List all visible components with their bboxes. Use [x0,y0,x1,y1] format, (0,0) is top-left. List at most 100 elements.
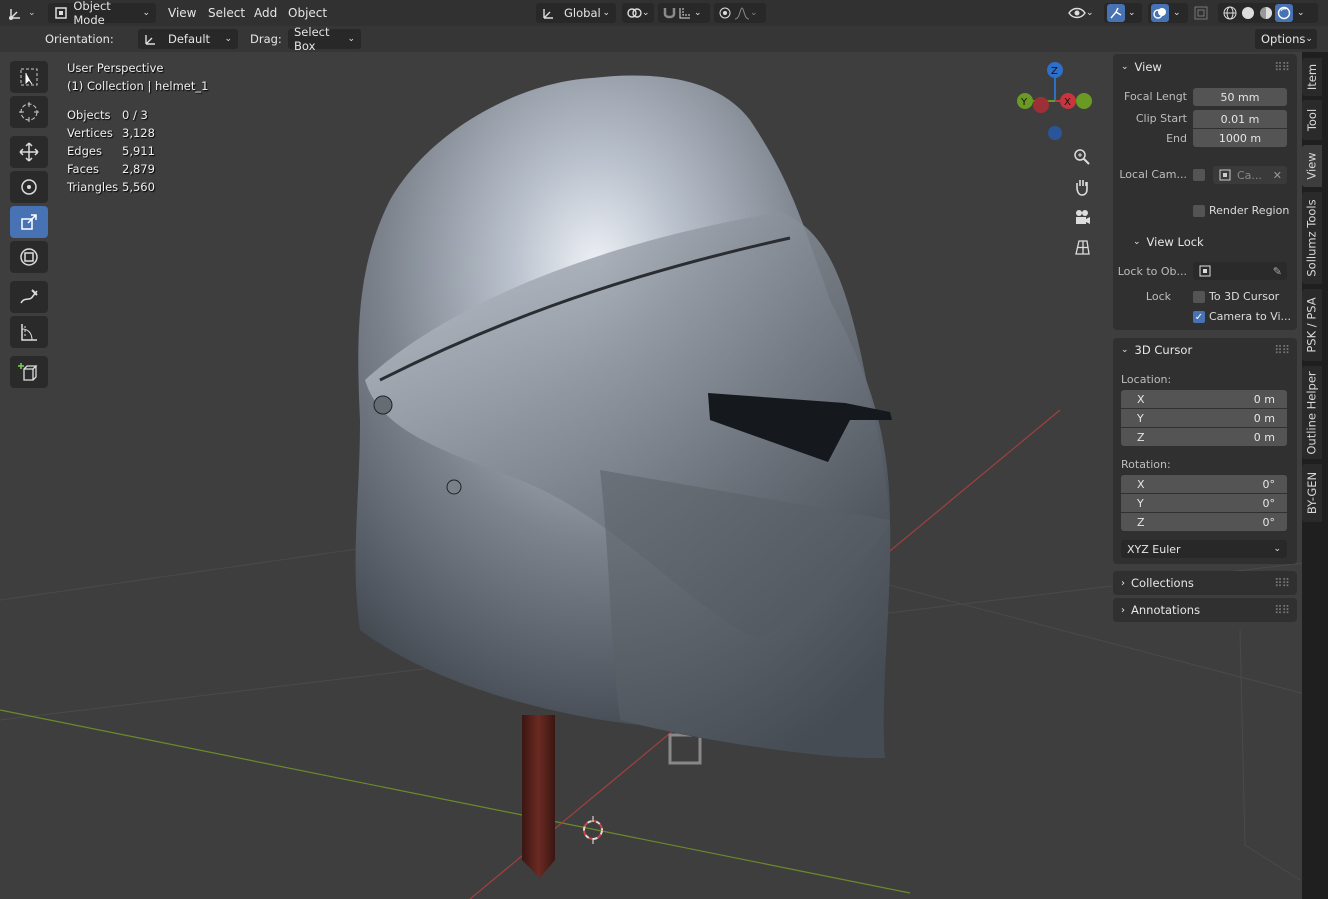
tab-item-label: Item [1305,63,1319,91]
stat-label: Edges [67,144,102,158]
drag-handle-icon[interactable]: ⠿⠿ [1274,343,1290,357]
cursor-rotation-x[interactable]: X 0° [1121,475,1287,493]
chevron-right-icon: › [1121,577,1125,589]
annotate-tool[interactable] [10,281,48,313]
menu-add[interactable]: Add [254,3,277,23]
tab-sollumz-tools[interactable]: Sollumz Tools [1302,192,1322,284]
move-tool[interactable] [10,136,48,168]
view-name: User Perspective [67,61,164,75]
eye-icon [1068,7,1086,19]
cursor-rotation-z[interactable]: Z 0° [1121,513,1287,531]
ortho-toggle-button[interactable] [1067,232,1097,262]
view-section-title: View [1134,60,1162,74]
tab-view[interactable]: View [1302,145,1322,187]
cursor-location-y[interactable]: Y 0 m [1121,409,1287,427]
stat-value: 5,911 [122,144,155,158]
clip-end-field[interactable]: 1000 m [1193,129,1287,147]
xray-toggle[interactable] [1194,3,1212,23]
mode-dropdown[interactable]: Object Mode ⌄ [48,0,156,27]
focal-length-field[interactable]: 50 mm [1193,88,1287,106]
viewport-3d[interactable]: User Perspective (1) Collection | helmet… [0,0,1328,899]
cursor-icon [19,102,39,122]
eyedropper-icon[interactable]: ✎ [1273,265,1282,278]
transform-orientation-dropdown[interactable]: Global ⌄ [536,3,616,23]
rotation-mode-dropdown[interactable]: XYZ Euler ⌄ [1121,540,1287,558]
to-3d-cursor-checkbox[interactable] [1193,291,1205,303]
view-section-header[interactable]: ⌄ View ⠿⠿ [1113,55,1297,79]
camera-view-button[interactable] [1067,202,1097,232]
tab-item[interactable]: Item [1302,58,1322,96]
menu-select[interactable]: Select [208,3,245,23]
annotations-header: › Annotations ⠿⠿ [1113,598,1297,622]
lock-to-object-label: Lock to Ob... [1117,265,1187,278]
menu-view[interactable]: View [168,3,196,23]
chevron-down-icon: ⌄ [750,8,758,18]
gizmo-x-neg[interactable] [1033,97,1049,113]
visibility-dropdown[interactable]: ⌄ [1068,3,1098,23]
wireframe-shading-icon[interactable] [1221,5,1239,21]
snap-group[interactable]: ⌄ [658,3,710,23]
material-shading-icon[interactable] [1257,5,1275,21]
gizmo-toggle[interactable]: ⌄ [1104,3,1142,23]
axis-gizmo[interactable]: Z Y X [1008,58,1108,148]
pan-button[interactable] [1067,172,1097,202]
local-camera-checkbox[interactable] [1193,169,1205,181]
drag-handle-icon[interactable]: ⠿⠿ [1274,576,1290,590]
stat-label: Faces [67,162,99,176]
close-icon[interactable]: ✕ [1273,169,1282,182]
measure-tool[interactable] [10,316,48,348]
annotations-section[interactable]: › Annotations ⠿⠿ [1113,598,1297,622]
local-camera-value: Ca... [1237,168,1262,182]
tab-outline-helper[interactable]: Outline Helper [1302,366,1322,459]
tab-sollumz-label: Sollumz Tools [1305,199,1319,277]
tab-by-gen[interactable]: BY-GEN [1302,464,1322,522]
pivot-point-dropdown[interactable]: ⌄ [622,3,654,23]
drag-handle-icon[interactable]: ⠿⠿ [1274,60,1290,74]
gizmo-z-neg[interactable] [1048,126,1062,140]
camera-to-view-checkbox[interactable]: ✓ [1193,311,1205,323]
collections-title: Collections [1131,576,1194,590]
cursor-location-x[interactable]: X 0 m [1121,390,1287,408]
menu-object[interactable]: Object [288,3,327,23]
cursor-tool[interactable] [10,96,48,128]
solid-shading-icon[interactable] [1239,5,1257,21]
clip-start-field[interactable]: 0.01 m [1193,110,1287,128]
scale-tool[interactable] [10,206,48,238]
select-box-tool[interactable] [10,61,48,93]
overlays-toggle[interactable]: ⌄ [1148,3,1188,23]
options-label: Options [1261,32,1306,46]
view-lock-header[interactable]: ⌄ View Lock [1113,230,1297,254]
cursor-location-z[interactable]: Z 0 m [1121,428,1287,446]
proportional-edit-group[interactable]: ⌄ [714,3,766,23]
tab-psk-label: PSK / PSA [1305,297,1319,353]
move-icon [19,142,39,162]
gizmo-y-neg[interactable] [1076,93,1092,109]
drag-dropdown[interactable]: Select Box ⌄ [288,25,361,53]
editor-type-button[interactable]: ⌄ [8,3,42,23]
add-cube-tool[interactable] [10,356,48,388]
rotate-tool[interactable] [10,171,48,203]
tab-psk-psa[interactable]: PSK / PSA [1302,289,1322,361]
drag-handle-icon[interactable]: ⠿⠿ [1274,603,1290,617]
3d-cursor-header[interactable]: ⌄ 3D Cursor ⠿⠿ [1113,338,1297,362]
chevron-down-icon: ⌄ [602,8,610,18]
collections-section[interactable]: › Collections ⠿⠿ [1113,571,1297,595]
orientation-dropdown[interactable]: Default ⌄ [138,29,238,49]
measure-icon [21,324,37,341]
tab-outline-label: Outline Helper [1305,370,1319,455]
render-region-checkbox[interactable] [1193,205,1205,217]
lock-to-object-field[interactable]: ✎ [1193,262,1287,280]
axis-z-value: 0 m [1253,430,1275,444]
local-camera-field[interactable]: Ca... ✕ [1213,166,1287,184]
orientation-label: Orientation: [45,32,114,46]
gizmo-x-label: X [1064,97,1071,108]
transform-tool[interactable] [10,241,48,273]
zoom-button[interactable] [1067,142,1097,172]
focal-length-label: Focal Lengt [1124,90,1187,103]
shading-group[interactable]: ⌄ [1218,3,1318,23]
cursor-rotation-y[interactable]: Y 0° [1121,494,1287,512]
options-dropdown[interactable]: Options ⌄ [1255,29,1317,49]
rendered-shading-icon[interactable] [1275,4,1293,22]
tab-tool[interactable]: Tool [1302,100,1322,140]
chevron-down-icon: ⌄ [1128,8,1136,18]
